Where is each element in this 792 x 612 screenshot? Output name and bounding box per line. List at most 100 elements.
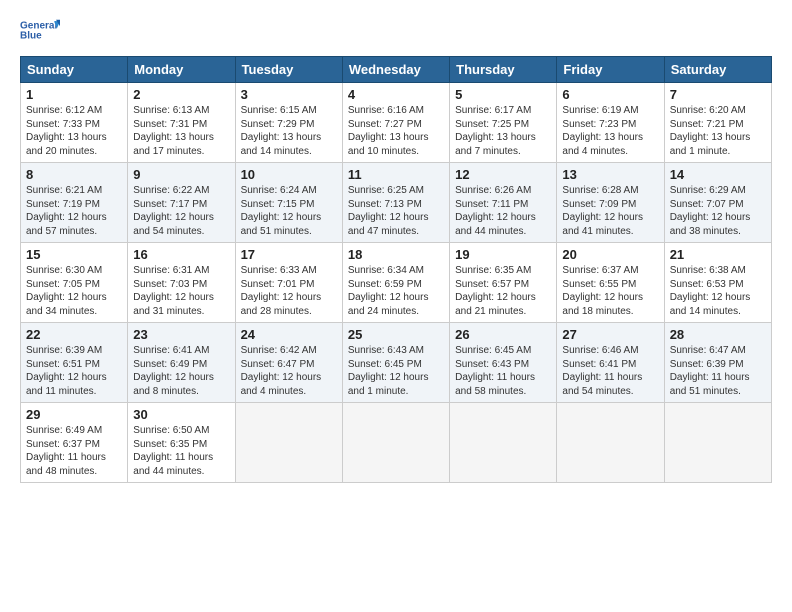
- cell-info: Sunrise: 6:15 AM Sunset: 7:29 PM Dayligh…: [241, 104, 337, 158]
- calendar-cell: 17 Sunrise: 6:33 AM Sunset: 7:01 PM Dayli…: [235, 243, 342, 323]
- calendar-cell: [342, 403, 449, 483]
- calendar-cell: 13 Sunrise: 6:28 AM Sunset: 7:09 PM Dayli…: [557, 163, 664, 243]
- day-number: 21: [670, 247, 766, 262]
- cell-info: Sunrise: 6:26 AM Sunset: 7:11 PM Dayligh…: [455, 184, 551, 238]
- day-number: 7: [670, 87, 766, 102]
- cell-info: Sunrise: 6:30 AM Sunset: 7:05 PM Dayligh…: [26, 264, 122, 318]
- day-number: 24: [241, 327, 337, 342]
- day-number: 26: [455, 327, 551, 342]
- day-number: 30: [133, 407, 229, 422]
- cell-info: Sunrise: 6:49 AM Sunset: 6:37 PM Dayligh…: [26, 424, 122, 478]
- calendar-cell: 22Sunrise: 6:39 AM Sunset: 6:51 PM Dayli…: [21, 323, 128, 403]
- col-header-wednesday: Wednesday: [342, 57, 449, 83]
- col-header-saturday: Saturday: [664, 57, 771, 83]
- calendar-week-row: 22Sunrise: 6:39 AM Sunset: 6:51 PM Dayli…: [21, 323, 772, 403]
- calendar-table: SundayMondayTuesdayWednesdayThursdayFrid…: [20, 56, 772, 483]
- cell-info: Sunrise: 6:24 AM Sunset: 7:15 PM Dayligh…: [241, 184, 337, 238]
- cell-info: Sunrise: 6:46 AM Sunset: 6:41 PM Dayligh…: [562, 344, 658, 398]
- cell-info: Sunrise: 6:25 AM Sunset: 7:13 PM Dayligh…: [348, 184, 444, 238]
- day-number: 29: [26, 407, 122, 422]
- calendar-week-row: 1 Sunrise: 6:12 AM Sunset: 7:33 PM Daylig…: [21, 83, 772, 163]
- day-number: 2: [133, 87, 229, 102]
- day-number: 15: [26, 247, 122, 262]
- calendar-cell: 27 Sunrise: 6:46 AM Sunset: 6:41 PM Dayli…: [557, 323, 664, 403]
- cell-info: Sunrise: 6:28 AM Sunset: 7:09 PM Dayligh…: [562, 184, 658, 238]
- calendar-week-row: 15 Sunrise: 6:30 AM Sunset: 7:05 PM Dayli…: [21, 243, 772, 323]
- cell-info: Sunrise: 6:42 AM Sunset: 6:47 PM Dayligh…: [241, 344, 337, 398]
- calendar-cell: 3 Sunrise: 6:15 AM Sunset: 7:29 PM Daylig…: [235, 83, 342, 163]
- day-number: 27: [562, 327, 658, 342]
- cell-info: Sunrise: 6:20 AM Sunset: 7:21 PM Dayligh…: [670, 104, 766, 158]
- day-number: 19: [455, 247, 551, 262]
- calendar-cell: 18 Sunrise: 6:34 AM Sunset: 6:59 PM Dayli…: [342, 243, 449, 323]
- svg-text:Blue: Blue: [20, 30, 42, 41]
- cell-info: Sunrise: 6:21 AM Sunset: 7:19 PM Dayligh…: [26, 184, 122, 238]
- calendar-cell: 8Sunrise: 6:21 AM Sunset: 7:19 PM Daylig…: [21, 163, 128, 243]
- calendar-cell: [664, 403, 771, 483]
- day-number: 10: [241, 167, 337, 182]
- cell-info: Sunrise: 6:31 AM Sunset: 7:03 PM Dayligh…: [133, 264, 229, 318]
- calendar-cell: 30 Sunrise: 6:50 AM Sunset: 6:35 PM Dayli…: [128, 403, 235, 483]
- cell-info: Sunrise: 6:33 AM Sunset: 7:01 PM Dayligh…: [241, 264, 337, 318]
- day-number: 17: [241, 247, 337, 262]
- calendar-cell: 6 Sunrise: 6:19 AM Sunset: 7:23 PM Daylig…: [557, 83, 664, 163]
- day-number: 22: [26, 327, 122, 342]
- cell-info: Sunrise: 6:19 AM Sunset: 7:23 PM Dayligh…: [562, 104, 658, 158]
- day-number: 18: [348, 247, 444, 262]
- cell-info: Sunrise: 6:45 AM Sunset: 6:43 PM Dayligh…: [455, 344, 551, 398]
- calendar-cell: 10 Sunrise: 6:24 AM Sunset: 7:15 PM Dayli…: [235, 163, 342, 243]
- cell-info: Sunrise: 6:12 AM Sunset: 7:33 PM Dayligh…: [26, 104, 122, 158]
- cell-info: Sunrise: 6:47 AM Sunset: 6:39 PM Dayligh…: [670, 344, 766, 398]
- day-number: 12: [455, 167, 551, 182]
- calendar-cell: 29 Sunrise: 6:49 AM Sunset: 6:37 PM Dayli…: [21, 403, 128, 483]
- cell-info: Sunrise: 6:34 AM Sunset: 6:59 PM Dayligh…: [348, 264, 444, 318]
- cell-info: Sunrise: 6:37 AM Sunset: 6:55 PM Dayligh…: [562, 264, 658, 318]
- calendar-cell: 21 Sunrise: 6:38 AM Sunset: 6:53 PM Dayli…: [664, 243, 771, 323]
- calendar-header-row: SundayMondayTuesdayWednesdayThursdayFrid…: [21, 57, 772, 83]
- calendar-cell: 9Sunrise: 6:22 AM Sunset: 7:17 PM Daylig…: [128, 163, 235, 243]
- header: General Blue: [20, 16, 772, 46]
- cell-info: Sunrise: 6:29 AM Sunset: 7:07 PM Dayligh…: [670, 184, 766, 238]
- calendar-cell: 15 Sunrise: 6:30 AM Sunset: 7:05 PM Dayli…: [21, 243, 128, 323]
- col-header-friday: Friday: [557, 57, 664, 83]
- day-number: 13: [562, 167, 658, 182]
- calendar-week-row: 8Sunrise: 6:21 AM Sunset: 7:19 PM Daylig…: [21, 163, 772, 243]
- day-number: 25: [348, 327, 444, 342]
- calendar-cell: 25 Sunrise: 6:43 AM Sunset: 6:45 PM Dayli…: [342, 323, 449, 403]
- day-number: 14: [670, 167, 766, 182]
- col-header-thursday: Thursday: [450, 57, 557, 83]
- day-number: 23: [133, 327, 229, 342]
- day-number: 6: [562, 87, 658, 102]
- svg-text:General: General: [20, 20, 57, 31]
- day-number: 3: [241, 87, 337, 102]
- cell-info: Sunrise: 6:16 AM Sunset: 7:27 PM Dayligh…: [348, 104, 444, 158]
- day-number: 4: [348, 87, 444, 102]
- cell-info: Sunrise: 6:38 AM Sunset: 6:53 PM Dayligh…: [670, 264, 766, 318]
- calendar-cell: 16 Sunrise: 6:31 AM Sunset: 7:03 PM Dayli…: [128, 243, 235, 323]
- cell-info: Sunrise: 6:13 AM Sunset: 7:31 PM Dayligh…: [133, 104, 229, 158]
- cell-info: Sunrise: 6:50 AM Sunset: 6:35 PM Dayligh…: [133, 424, 229, 478]
- calendar-cell: 28 Sunrise: 6:47 AM Sunset: 6:39 PM Dayli…: [664, 323, 771, 403]
- calendar-cell: 7 Sunrise: 6:20 AM Sunset: 7:21 PM Daylig…: [664, 83, 771, 163]
- calendar-cell: 12 Sunrise: 6:26 AM Sunset: 7:11 PM Dayli…: [450, 163, 557, 243]
- calendar-cell: [557, 403, 664, 483]
- day-number: 16: [133, 247, 229, 262]
- calendar-cell: 1 Sunrise: 6:12 AM Sunset: 7:33 PM Daylig…: [21, 83, 128, 163]
- calendar-cell: 26 Sunrise: 6:45 AM Sunset: 6:43 PM Dayli…: [450, 323, 557, 403]
- calendar-week-row: 29 Sunrise: 6:49 AM Sunset: 6:37 PM Dayli…: [21, 403, 772, 483]
- cell-info: Sunrise: 6:43 AM Sunset: 6:45 PM Dayligh…: [348, 344, 444, 398]
- calendar-cell: 14 Sunrise: 6:29 AM Sunset: 7:07 PM Dayli…: [664, 163, 771, 243]
- cell-info: Sunrise: 6:41 AM Sunset: 6:49 PM Dayligh…: [133, 344, 229, 398]
- calendar-cell: 11Sunrise: 6:25 AM Sunset: 7:13 PM Dayli…: [342, 163, 449, 243]
- day-number: 5: [455, 87, 551, 102]
- day-number: 28: [670, 327, 766, 342]
- page: General Blue SundayMondayTuesdayWednesda…: [0, 0, 792, 493]
- calendar-cell: [235, 403, 342, 483]
- col-header-tuesday: Tuesday: [235, 57, 342, 83]
- col-header-monday: Monday: [128, 57, 235, 83]
- cell-info: Sunrise: 6:17 AM Sunset: 7:25 PM Dayligh…: [455, 104, 551, 158]
- col-header-sunday: Sunday: [21, 57, 128, 83]
- day-number: 20: [562, 247, 658, 262]
- day-number: 1: [26, 87, 122, 102]
- calendar-cell: [450, 403, 557, 483]
